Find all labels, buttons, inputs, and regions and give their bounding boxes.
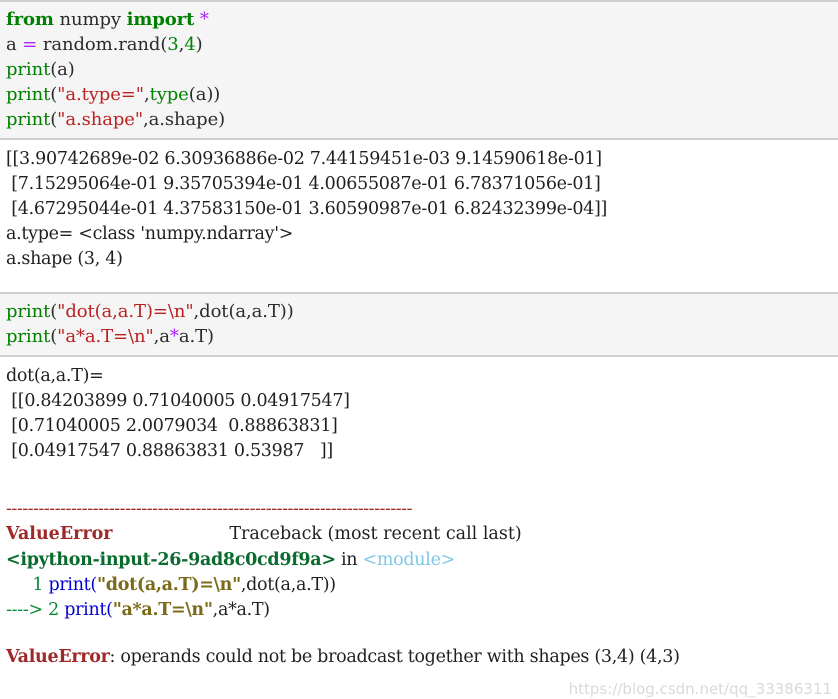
traceback-final-error-name: ValueError: [6, 647, 110, 667]
code-token: *: [169, 326, 179, 347]
code-token: ): [195, 34, 203, 55]
code-token: print: [48, 575, 91, 595]
output-line: [0.04917547 0.88863831 0.53987 ]]: [6, 441, 333, 461]
code-token: a.shape: [148, 109, 219, 130]
output-line: a.shape (3, 4): [6, 249, 123, 269]
code-line: print("dot(a,a.T)=\n",dot(a,a.T)): [0, 299, 838, 324]
code-line: print("a.type=",type(a)): [0, 82, 838, 107]
traceback-frame-line: 1 print("dot(a,a.T)=\n",dot(a,a.T)): [0, 573, 838, 598]
code-token: a.T: [178, 326, 207, 347]
code-token: ): [67, 59, 75, 80]
watermark: https://blog.csdn.net/qq_33386311: [568, 680, 832, 698]
output-line: [[0.84203899 0.71040005 0.04917547]: [6, 391, 350, 411]
traceback-location-file: <ipython-input-26-9ad8c0cd9f9a>: [6, 550, 336, 570]
code-token: a: [6, 34, 23, 55]
code-token: ): [218, 109, 226, 130]
code-token: a,a.T: [235, 301, 280, 322]
traceback-rule: ----------------------------------------…: [6, 499, 412, 519]
code-cell-input-2[interactable]: print("dot(a,a.T)=\n",dot(a,a.T)) print(…: [0, 292, 838, 357]
traceback-final-message: ValueError: operands could not be broadc…: [0, 645, 838, 670]
code-token: )): [206, 84, 221, 105]
code-token: import: [126, 9, 195, 30]
traceback-inner-gap: [0, 623, 838, 645]
code-token: print: [6, 109, 51, 130]
code-token: from: [6, 9, 54, 30]
code-token: dot: [199, 301, 229, 322]
traceback-frame-code: print("dot(a,a.T)=\n",dot(a,a.T)): [43, 575, 336, 595]
output-line: [0.71040005 2.0079034 0.88863831]: [6, 416, 338, 436]
code-token: print: [6, 326, 51, 347]
code-token: print: [6, 301, 51, 322]
traceback-header-right: Traceback (most recent call last): [229, 524, 522, 544]
traceback-location: <ipython-input-26-9ad8c0cd9f9a> in <modu…: [0, 548, 838, 573]
traceback-frame-code: print("a*a.T=\n",a*a.T): [59, 600, 270, 620]
traceback-frame-lineno: 2: [48, 600, 59, 620]
traceback-frame-marker: ---->: [6, 600, 49, 620]
traceback-gap: [0, 472, 838, 494]
code-token: ): [207, 326, 214, 347]
output-line: a.type= <class 'numpy.ndarray'>: [6, 224, 294, 244]
cell-gap: [0, 280, 838, 292]
traceback-frame-lineno: 1: [32, 575, 44, 595]
output-line: [[3.90742689e-02 6.30936886e-02 7.441594…: [6, 149, 602, 169]
code-token: 4: [184, 34, 196, 55]
traceback-header-pad: [113, 524, 230, 544]
output-line: dot(a,a.T)=: [6, 366, 104, 386]
code-token: random.rand: [37, 34, 161, 55]
code-token: "dot(a,a.T)=\n": [96, 575, 241, 595]
code-line: print("a.shape",a.shape): [0, 107, 838, 132]
code-token: a: [57, 59, 68, 80]
code-token: "a.shape": [57, 109, 144, 130]
traceback-header: ValueError Traceback (most recent call l…: [0, 520, 838, 548]
output-line: [7.15295064e-01 9.35705394e-01 4.0065508…: [6, 174, 601, 194]
code-token: "a.type=": [57, 84, 144, 105]
code-token: "dot(a,a.T)=\n": [57, 301, 194, 322]
code-token: dot(a,a.T)): [246, 575, 336, 595]
code-token: print: [6, 59, 51, 80]
code-token: print: [64, 600, 107, 620]
code-token: numpy: [59, 9, 122, 30]
code-token: *: [199, 9, 209, 30]
traceback-final-text: : operands could not be broadcast togeth…: [109, 647, 685, 667]
code-line: print(a): [0, 57, 838, 82]
code-line: from numpy import *: [0, 7, 838, 32]
traceback-frame-marker: [6, 575, 32, 595]
output-area-1: [[3.90742689e-02 6.30936886e-02 7.441594…: [0, 140, 838, 280]
code-token: )): [279, 301, 294, 322]
traceback-frame-line: ----> 2 print("a*a.T=\n",a*a.T): [0, 598, 838, 623]
code-token: a: [195, 84, 207, 105]
code-line: print("a*a.T=\n",a*a.T): [0, 324, 838, 349]
traceback-error-name: ValueError: [6, 524, 113, 544]
code-token: "a*a.T=\n": [112, 600, 213, 620]
code-token: print: [6, 84, 51, 105]
traceback-location-in: in: [335, 550, 363, 570]
output-line: [4.67295044e-01 4.37583150e-01 3.6059098…: [6, 199, 608, 219]
code-token: (: [188, 84, 196, 105]
code-token: a*a.T): [217, 600, 270, 620]
traceback-location-scope: <module>: [362, 550, 456, 570]
code-cell-input-1[interactable]: from numpy import * a = random.rand(3,4)…: [0, 0, 838, 140]
code-token: 3: [167, 34, 179, 55]
output-area-2: dot(a,a.T)= [[0.84203899 0.71040005 0.04…: [0, 357, 838, 472]
traceback-output: ----------------------------------------…: [0, 494, 838, 670]
code-token: =: [22, 34, 38, 55]
notebook-output-view: from numpy import * a = random.rand(3,4)…: [0, 0, 838, 670]
code-line: a = random.rand(3,4): [0, 32, 838, 57]
code-token: type: [149, 84, 189, 105]
code-token: "a*a.T=\n": [57, 326, 154, 347]
code-token: a: [159, 326, 170, 347]
